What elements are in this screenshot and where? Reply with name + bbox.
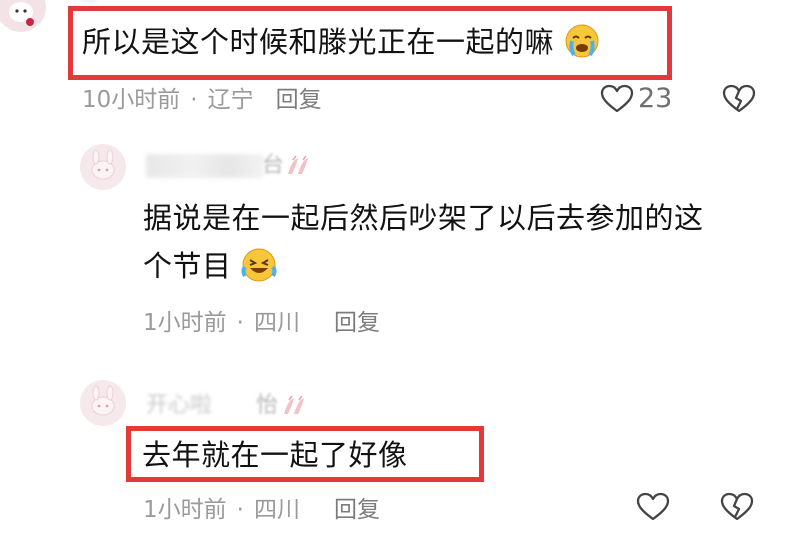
ballet-shoes-icon	[284, 154, 314, 178]
comment-text: 所以是这个时候和滕光正在一起的嘛	[82, 22, 600, 62]
reply-button[interactable]: 回复	[334, 310, 380, 336]
like-count: 23	[638, 83, 673, 114]
comment-meta: 10小时前 · 辽宁 回复	[82, 86, 322, 114]
reply2-text: 去年就在一起了好像	[142, 438, 408, 472]
comment-time: 10小时前	[82, 87, 181, 113]
meta-separator: ·	[236, 497, 244, 523]
comment-time: 1小时前	[143, 497, 227, 523]
reply-button[interactable]: 回复	[334, 497, 380, 523]
like-icon[interactable]	[636, 492, 670, 522]
bunny-avatar-icon	[0, 0, 46, 32]
bunny-avatar-icon	[80, 380, 126, 426]
dislike-icon[interactable]	[720, 492, 754, 522]
like-icon[interactable]	[600, 84, 634, 114]
reply1-text: 据说是在一起后然后吵架了以后去参加的这 个节目	[143, 201, 704, 283]
dislike-icon[interactable]	[722, 84, 756, 114]
laughing-tears-icon	[241, 247, 277, 283]
bunny-avatar-icon	[80, 144, 126, 190]
meta-separator: ·	[236, 310, 244, 336]
reply2-meta: 1小时前 · 四川 回复	[143, 496, 380, 524]
comment-location: 四川	[253, 310, 300, 336]
reply2-avatar[interactable]	[80, 380, 126, 426]
reply2-username[interactable]: 开心啦 怡	[146, 392, 316, 420]
crying-face-icon	[564, 23, 600, 59]
reply1-avatar[interactable]	[80, 144, 126, 190]
comment-location: 四川	[253, 497, 300, 523]
reply-button[interactable]: 回复	[276, 87, 322, 113]
reply1-meta: 1小时前 · 四川 回复	[143, 309, 380, 337]
reply1-username[interactable]: 台	[146, 152, 316, 180]
meta-separator: ·	[190, 87, 198, 113]
comment-time: 1小时前	[143, 310, 227, 336]
top-commenter-avatar[interactable]	[0, 0, 46, 32]
comment-location: 辽宁	[207, 87, 254, 113]
ballet-shoes-icon	[280, 394, 310, 418]
